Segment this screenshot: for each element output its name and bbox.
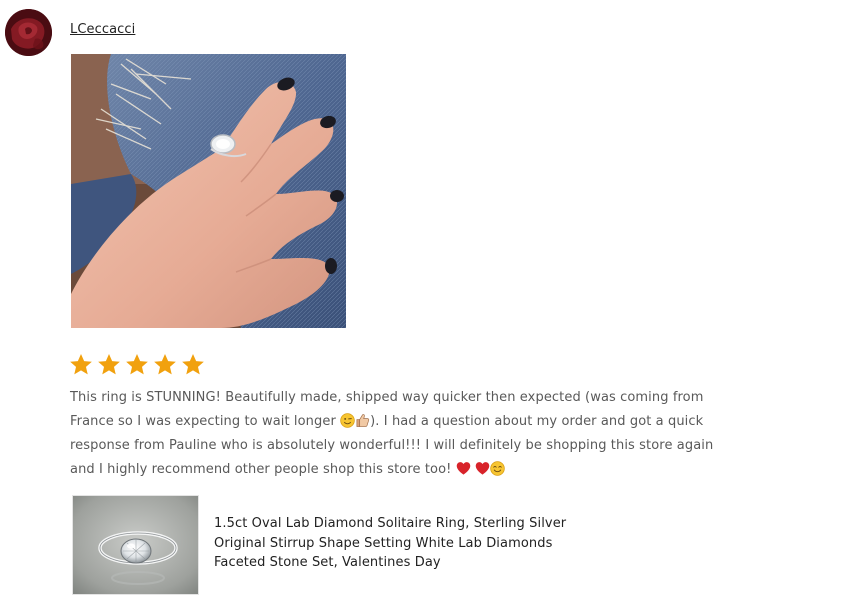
star-icon [70,353,92,375]
reviewer-name-link[interactable]: LCeccacci [70,22,135,37]
review-text-line: France so I was expecting to wait longer… [70,410,730,434]
review-text: This ring is STUNNING! Beautifully made,… [70,386,730,482]
reviewer-avatar[interactable] [5,9,52,56]
review-text-segment: This ring is STUNNING! Beautifully made,… [70,390,704,405]
red-heart-icon [456,462,470,475]
red-heart-icon [475,462,490,475]
listing-title-link[interactable]: 1.5ct Oval Lab Diamond Solitaire Ring, S… [214,514,584,573]
thumbs-up-icon [356,414,370,427]
review-text-line: response from Pauline who is absolutely … [70,434,730,458]
listing-title-line[interactable]: Faceted Stone Set, Valentines Day [214,553,584,573]
review-text-segment: and I highly recommend other people shop… [70,462,452,477]
listing-thumbnail[interactable] [72,495,199,595]
review-text-line: and I highly recommend other people shop… [70,458,730,482]
review-text-segment: France so I was expecting to wait longer [70,414,336,429]
listing-title-line[interactable]: 1.5ct Oval Lab Diamond Solitaire Ring, S… [214,514,584,534]
listing-title-line[interactable]: Original Stirrup Shape Setting White Lab… [214,534,584,554]
review-text-segment: response from Pauline who is absolutely … [70,438,714,453]
winking-face-icon [340,413,355,428]
review-text-segment: ). I had a question about my order and g… [370,414,704,429]
star-icon [126,353,148,375]
star-icon [154,353,176,375]
star-icon [182,353,204,375]
review-text-line: This ring is STUNNING! Beautifully made,… [70,386,730,410]
star-rating [68,352,206,378]
review-photo[interactable] [71,54,346,328]
star-icon [98,353,120,375]
smiling-face-icon [490,461,505,476]
